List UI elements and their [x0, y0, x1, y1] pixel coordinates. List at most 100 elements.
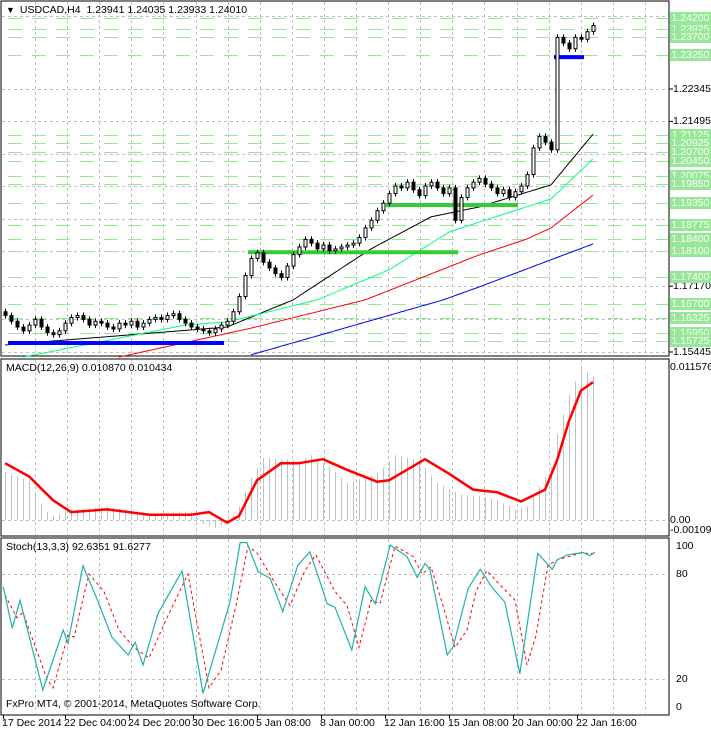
candle-bull	[297, 246, 302, 256]
candle-bear	[9, 315, 14, 322]
main-panel	[0, 0, 670, 357]
chart-title[interactable]: ▼ USDCAD,H4 1.23941 1.24035 1.23933 1.240…	[6, 4, 247, 16]
open-value: 1.23941	[86, 4, 125, 16]
candle-bull	[375, 210, 380, 221]
candle-bull	[285, 265, 290, 278]
stoch-tick-label: 80	[676, 568, 688, 580]
candle-bull	[63, 322, 68, 332]
price-level-label: 1.16700	[670, 298, 711, 311]
candle-bear	[279, 273, 284, 278]
candle-bear	[399, 185, 404, 189]
stoch-panel	[0, 537, 670, 716]
x-tick-label: 15 Jan 08:00	[448, 717, 509, 729]
price-level-label: 1.18400	[670, 233, 711, 246]
candle-bull	[351, 242, 356, 246]
candle-bull	[291, 254, 296, 267]
candle-bear	[3, 311, 8, 317]
candle-bull	[585, 31, 590, 40]
price-level-label: 1.19850	[670, 178, 711, 191]
macd-tick-label: 0.011576	[670, 361, 711, 373]
candle-bull	[357, 236, 362, 244]
candle-bear	[51, 332, 56, 336]
candle-bear	[87, 318, 92, 326]
stoch-title: Stoch(13,3,3) 92.6351 91.6277	[6, 541, 151, 553]
y-tick-label: 1.21495	[673, 115, 711, 128]
candle-bull	[141, 322, 146, 328]
candle-bear	[579, 36, 584, 40]
candle-bull	[501, 189, 506, 195]
candle-bull	[387, 193, 392, 204]
low-value: 1.23933	[168, 4, 207, 16]
macd-title: MACD(12,26,9) 0.010870 0.010434	[6, 362, 173, 374]
candle-bear	[15, 320, 20, 328]
y-tick-label: 1.15445	[673, 345, 711, 358]
candle-bull	[171, 313, 176, 317]
candle-bear	[441, 187, 446, 195]
candle-bull	[303, 238, 308, 248]
candle-bull	[447, 187, 452, 195]
candle-bull	[429, 181, 434, 187]
dropdown-triangle-icon[interactable]: ▼	[6, 4, 15, 16]
close-value: 1.24010	[209, 4, 248, 16]
candle-bull	[513, 191, 518, 198]
x-tick-label: 22 Jan 16:00	[576, 717, 637, 729]
candle-bear	[507, 189, 512, 198]
price-level-label: 1.20450	[670, 155, 711, 168]
candle-bear	[21, 326, 26, 332]
x-tick-label: 17 Dec 2014	[2, 717, 62, 729]
candle-bull	[153, 316, 158, 320]
candle-bear	[111, 326, 116, 330]
stoch-tick-label: 20	[676, 673, 688, 685]
candle-bull	[237, 296, 242, 313]
candle-bear	[549, 141, 554, 151]
candle-bear	[201, 328, 206, 332]
candle-bull	[129, 320, 134, 326]
candle-bear	[45, 326, 50, 334]
candle-bull	[27, 324, 32, 332]
price-level-label: 1.17400	[670, 271, 711, 284]
high-value: 1.24035	[127, 4, 166, 16]
price-level-label: 1.16325	[670, 312, 711, 325]
macd-tick-label: -0.00109	[670, 524, 711, 536]
x-tick-label: 12 Jan 16:00	[384, 717, 445, 729]
candle-bear	[273, 267, 278, 275]
candle-bull	[573, 36, 578, 50]
candle-bear	[123, 322, 128, 326]
candle-bear	[411, 181, 416, 191]
price-level-label: 1.23250	[670, 48, 711, 61]
price-level-label: 1.19350	[670, 197, 711, 210]
candle-bull	[459, 196, 464, 221]
candle-bear	[543, 135, 548, 143]
candle-bull	[147, 318, 152, 324]
candle-bull	[243, 275, 248, 298]
y-tick-label: 1.22345	[673, 83, 711, 95]
price-level-label: 1.18775	[670, 219, 711, 232]
candle-bull	[519, 185, 524, 193]
candle-bear	[99, 320, 104, 324]
x-tick-label: 20 Jan 00:00	[512, 717, 573, 729]
candle-bull	[381, 202, 386, 212]
candle-bear	[189, 322, 194, 328]
candle-bear	[207, 330, 212, 334]
stoch-tick-label: 100	[676, 540, 694, 552]
candle-bear	[495, 187, 500, 195]
candle-bull	[117, 322, 122, 330]
candle-bear	[483, 177, 488, 185]
x-tick-label: 5 Jan 08:00	[256, 717, 311, 729]
stoch-tick-label: 0	[676, 701, 682, 713]
candle-bear	[195, 326, 200, 330]
candle-bear	[567, 42, 572, 50]
candle-bull	[249, 257, 254, 277]
candle-bear	[327, 244, 332, 252]
symbol-label: USDCAD,H4	[19, 4, 81, 16]
candle-bear	[39, 318, 44, 328]
x-tick-label: 8 Jan 00:00	[320, 717, 375, 729]
candle-bull	[363, 227, 368, 238]
candle-bear	[159, 316, 164, 320]
candle-bull	[369, 219, 374, 229]
candle-bear	[489, 183, 494, 189]
candle-bull	[591, 25, 596, 33]
candle-bull	[423, 185, 428, 197]
x-tick-label: 30 Dec 16:00	[192, 717, 255, 729]
candle-bear	[435, 181, 440, 189]
